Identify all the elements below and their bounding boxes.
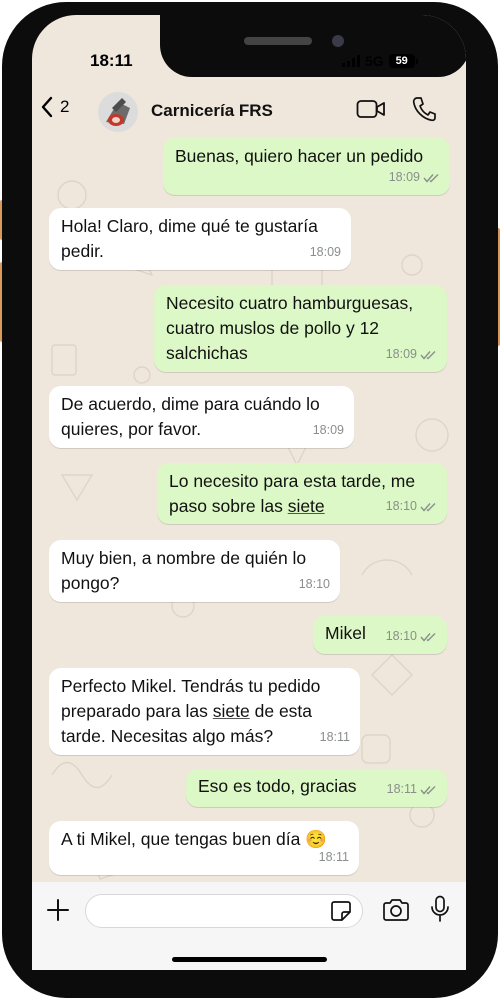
signal-icon xyxy=(342,55,360,67)
notch xyxy=(160,15,466,77)
message-text: Muy bien, a nombre de quién lo pongo? xyxy=(61,548,307,593)
message-bubble-outgoing[interactable]: Eso es todo, gracias 18:11 xyxy=(186,769,447,807)
message-bubble-outgoing[interactable]: Necesito cuatro hamburguesas, cuatro mus… xyxy=(154,285,447,372)
battery-icon: 59 xyxy=(388,54,415,68)
message-bubble-incoming[interactable]: Perfecto Mikel. Tendrás tu pedido prepar… xyxy=(49,668,360,755)
message-bubble-outgoing[interactable]: Buenas, quiero hacer un pedido 18:09 xyxy=(163,138,450,195)
message-link-time[interactable]: siete xyxy=(288,496,325,516)
message-meta: 18:10 xyxy=(386,624,437,649)
battery-level: 59 xyxy=(395,55,408,67)
message-bubble-incoming[interactable]: Hola! Claro, dime qué te gustaría pedir.… xyxy=(49,208,351,270)
message-text: A ti Mikel, que tengas buen día ☺️ xyxy=(61,829,327,849)
status-time: 18:11 xyxy=(90,51,133,70)
message-time: 18:09 xyxy=(388,170,420,184)
message-meta: 18:11 xyxy=(320,725,350,750)
network-label: 5G xyxy=(365,53,384,69)
video-call-button[interactable] xyxy=(356,98,386,125)
message-time: 18:09 xyxy=(385,347,417,361)
message-time: 18:11 xyxy=(318,850,349,864)
camera-icon xyxy=(383,899,409,921)
message-text: Perfecto Mikel. Tendrás tu pedido prepar… xyxy=(61,674,348,749)
message-bubble-incoming[interactable]: A ti Mikel, que tengas buen día ☺️ 18:11 xyxy=(49,821,359,875)
voice-message-button[interactable] xyxy=(430,895,450,928)
contact-avatar[interactable] xyxy=(98,92,138,132)
message-time: 18:11 xyxy=(319,730,350,744)
message-bubble-outgoing[interactable]: Lo necesito para esta tarde, me paso sob… xyxy=(157,463,447,524)
unread-count: 2 xyxy=(60,97,70,116)
status-icons: 5G 59 xyxy=(342,52,418,70)
message-meta: 18:09 xyxy=(310,240,341,265)
chat-header: 2 Carnicería FRS xyxy=(32,88,466,136)
message-meta: 18:10 xyxy=(299,572,330,597)
message-meta: 18:10 xyxy=(386,494,437,519)
double-check-icon xyxy=(420,785,436,795)
message-time: 18:09 xyxy=(309,245,341,259)
message-meta: 18:11 xyxy=(319,845,349,870)
message-meta: 18:11 xyxy=(387,777,437,802)
message-time: 18:10 xyxy=(385,629,417,643)
video-camera-icon xyxy=(356,100,385,118)
message-time: 18:10 xyxy=(298,577,330,591)
sticker-icon xyxy=(331,901,351,921)
message-time: 18:10 xyxy=(385,499,417,513)
microphone-icon xyxy=(431,895,449,922)
sticker-button[interactable] xyxy=(330,900,352,927)
message-meta: 18:09 xyxy=(389,165,440,190)
speaker-grille xyxy=(244,37,312,45)
voice-call-button[interactable] xyxy=(412,96,436,127)
message-link-time[interactable]: siete xyxy=(213,701,250,721)
message-meta: 18:09 xyxy=(386,342,437,367)
front-camera xyxy=(332,35,344,47)
home-indicator[interactable] xyxy=(172,957,327,962)
message-composer xyxy=(32,882,466,970)
butcher-logo-icon xyxy=(98,92,138,132)
camera-button[interactable] xyxy=(382,899,410,926)
message-bubble-incoming[interactable]: De acuerdo, dime para cuándo lo quieres,… xyxy=(49,386,354,448)
message-bubble-outgoing[interactable]: Mikel 18:10 xyxy=(313,616,447,654)
message-meta: 18:09 xyxy=(313,418,344,443)
chevron-left-icon xyxy=(41,96,53,118)
double-check-icon xyxy=(420,632,436,642)
message-input[interactable] xyxy=(85,894,363,928)
message-bubble-incoming[interactable]: Muy bien, a nombre de quién lo pongo? 18… xyxy=(49,540,340,602)
double-check-icon xyxy=(420,502,436,512)
message-text: Hola! Claro, dime qué te gustaría pedir. xyxy=(61,216,318,261)
attach-button[interactable] xyxy=(46,898,70,927)
message-time: 18:09 xyxy=(312,423,344,437)
double-check-icon xyxy=(420,350,436,360)
message-text: De acuerdo, dime para cuándo lo quieres,… xyxy=(61,394,320,439)
plus-icon xyxy=(47,899,69,921)
chat-title[interactable]: Carnicería FRS xyxy=(151,101,273,121)
message-time: 18:11 xyxy=(386,782,417,796)
back-button[interactable]: 2 xyxy=(40,96,69,118)
double-check-icon xyxy=(423,173,439,183)
phone-icon xyxy=(412,97,436,122)
battery-tip xyxy=(415,58,418,64)
